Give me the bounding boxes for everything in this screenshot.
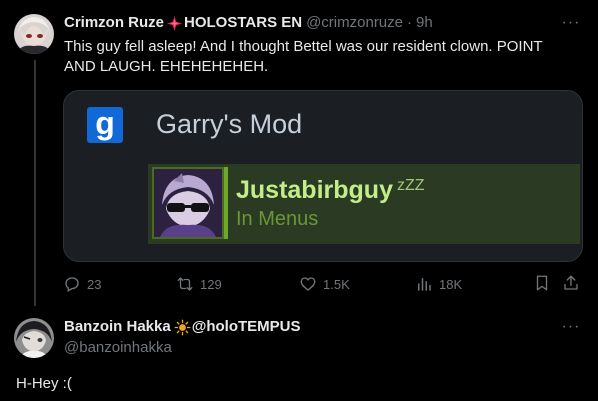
tweet-header: Banzoin Hakka @holoTEMPUS bbox=[64, 317, 301, 337]
like-count: 1.5K bbox=[323, 276, 350, 292]
display-name-suffix[interactable]: HOLOSTARS EN bbox=[184, 13, 302, 33]
bookmark-button[interactable] bbox=[533, 274, 553, 294]
sleep-indicator: zZZ bbox=[396, 177, 425, 194]
handle[interactable]: @banzoinhakka bbox=[64, 338, 172, 358]
tweet-actions: 23 129 1.5K 18K bbox=[63, 272, 587, 296]
game-title: Garry's Mod bbox=[156, 109, 303, 139]
tweet-body: This guy fell asleep! And I thought Bett… bbox=[64, 38, 543, 75]
timestamp[interactable]: 9h bbox=[416, 13, 433, 33]
display-name[interactable]: Banzoin Hakka bbox=[64, 317, 171, 337]
tweet-crimzon[interactable]: Crimzon Ruze HOLOSTARS EN @crimzonruze ·… bbox=[0, 0, 598, 310]
bookmark-icon bbox=[536, 275, 548, 291]
media-card[interactable]: g Garry's Mod Justabirbguy zZZ In Menus bbox=[63, 90, 583, 262]
views-icon bbox=[418, 278, 431, 291]
more-options-button[interactable]: ··· bbox=[561, 317, 581, 337]
handle[interactable]: @crimzonruze bbox=[306, 13, 403, 33]
share-icon bbox=[564, 275, 578, 290]
views-button[interactable]: 18K bbox=[415, 275, 462, 293]
app-icon-letter: g bbox=[95, 105, 115, 141]
like-button[interactable]: 1.5K bbox=[299, 275, 350, 293]
avatar-banzoin[interactable] bbox=[14, 318, 54, 358]
views-count: 18K bbox=[439, 276, 463, 292]
friend-name: Justabirbguy zZZ bbox=[236, 170, 425, 206]
friend-name-text: Justabirbguy bbox=[236, 176, 393, 204]
reply-count: 23 bbox=[87, 276, 102, 292]
reply-button[interactable]: 23 bbox=[63, 275, 101, 293]
separator: · bbox=[407, 14, 412, 31]
more-icon: ··· bbox=[561, 318, 581, 335]
more-icon: ··· bbox=[561, 14, 581, 31]
friend-row: Justabirbguy zZZ In Menus bbox=[148, 164, 580, 244]
tweet-banzoin[interactable]: Banzoin Hakka @holoTEMPUS @banzoinhakka … bbox=[0, 310, 598, 401]
friend-status: In Menus bbox=[236, 208, 319, 230]
sun-icon bbox=[174, 319, 191, 336]
display-name-handle[interactable]: @holoTEMPUS bbox=[192, 317, 301, 337]
heart-icon bbox=[300, 277, 316, 291]
handle-line: @banzoinhakka bbox=[64, 338, 172, 358]
reply-icon bbox=[65, 277, 79, 292]
tweet-header: Crimzon Ruze HOLOSTARS EN @crimzonruze ·… bbox=[64, 13, 433, 33]
share-button[interactable] bbox=[562, 274, 582, 294]
friend-avatar bbox=[152, 167, 224, 239]
online-status-bar bbox=[224, 167, 228, 239]
retweet-button[interactable]: 129 bbox=[176, 275, 222, 293]
avatar-crimzon[interactable] bbox=[14, 14, 54, 54]
thread-connector bbox=[34, 60, 36, 306]
display-name[interactable]: Crimzon Ruze bbox=[64, 13, 164, 33]
garrys-mod-app-icon: g bbox=[87, 107, 123, 143]
tweet-body-reply: H-Hey :( bbox=[16, 375, 72, 392]
retweet-icon bbox=[177, 277, 193, 291]
more-options-button[interactable]: ··· bbox=[561, 13, 581, 33]
retweet-count: 129 bbox=[200, 276, 222, 292]
spark-icon bbox=[166, 15, 183, 32]
